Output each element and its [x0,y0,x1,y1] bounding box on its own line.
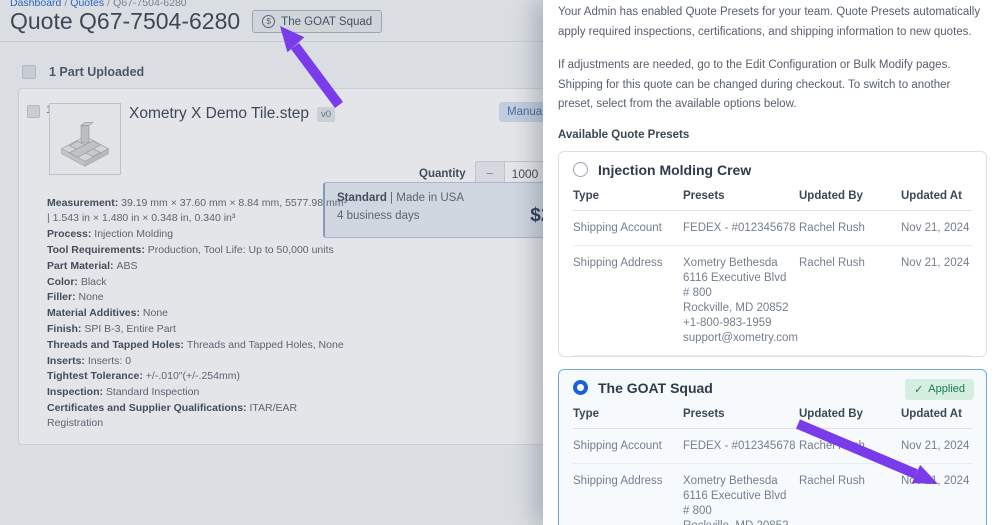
modal-intro-paragraph-2: If adjustments are needed, go to the Edi… [558,56,987,115]
cell-preset-address: Xometry Bethesda 6116 Executive Blvd # 8… [683,246,799,356]
cell-updated-at: Nov 21, 2024 [901,429,972,464]
check-icon: ✓ [914,383,923,396]
available-presets-label: Available Quote Presets [558,129,987,141]
cell-type: Shipping Account [573,429,683,464]
column-header-updated-at: Updated At [901,186,972,211]
modal-intro-paragraph-1: Your Admin has enabled Quote Presets for… [558,3,987,42]
cell-updated-by: Rachel Rush [799,246,901,356]
preset-radio-unselected[interactable] [573,162,588,177]
cell-preset: FEDEX - #012345678 [683,429,799,464]
preset-card-the-goat-squad[interactable]: The GOAT Squad ✓ Applied Type Presets Up… [558,369,987,525]
preset-table: Type Presets Updated By Updated At Shipp… [573,186,972,356]
preset-name: The GOAT Squad [598,380,713,396]
cell-updated-at: Nov 21, 2024 [901,211,972,246]
column-header-type: Type [573,186,683,211]
column-header-updated-at: Updated At [901,404,972,429]
cell-preset: FEDEX - #012345678 [683,211,799,246]
cell-type: Shipping Account [573,211,683,246]
preset-name: Injection Molding Crew [598,162,751,178]
preset-radio-selected[interactable] [573,380,588,395]
applied-status-badge: ✓ Applied [905,379,974,400]
cell-preset-address: Xometry Bethesda 6116 Executive Blvd # 8… [683,464,799,525]
applied-badge-label: Applied [928,383,965,395]
column-header-updated-by: Updated By [799,404,901,429]
column-header-presets: Presets [683,186,799,211]
cell-type: Shipping Address [573,464,683,525]
cell-type: Shipping Address [573,246,683,356]
column-header-type: Type [573,404,683,429]
preset-card-injection-molding-crew[interactable]: Injection Molding Crew Type Presets Upda… [558,151,987,357]
cell-updated-by: Rachel Rush [799,429,901,464]
cell-updated-at: Nov 21, 2024 [901,464,972,525]
cell-updated-at: Nov 21, 2024 [901,246,972,356]
preset-table: Type Presets Updated By Updated At Shipp… [573,404,972,525]
column-header-updated-by: Updated By [799,186,901,211]
cell-updated-by: Rachel Rush [799,464,901,525]
column-header-presets: Presets [683,404,799,429]
quote-presets-modal: Your Admin has enabled Quote Presets for… [543,0,1000,525]
cell-updated-by: Rachel Rush [799,211,901,246]
